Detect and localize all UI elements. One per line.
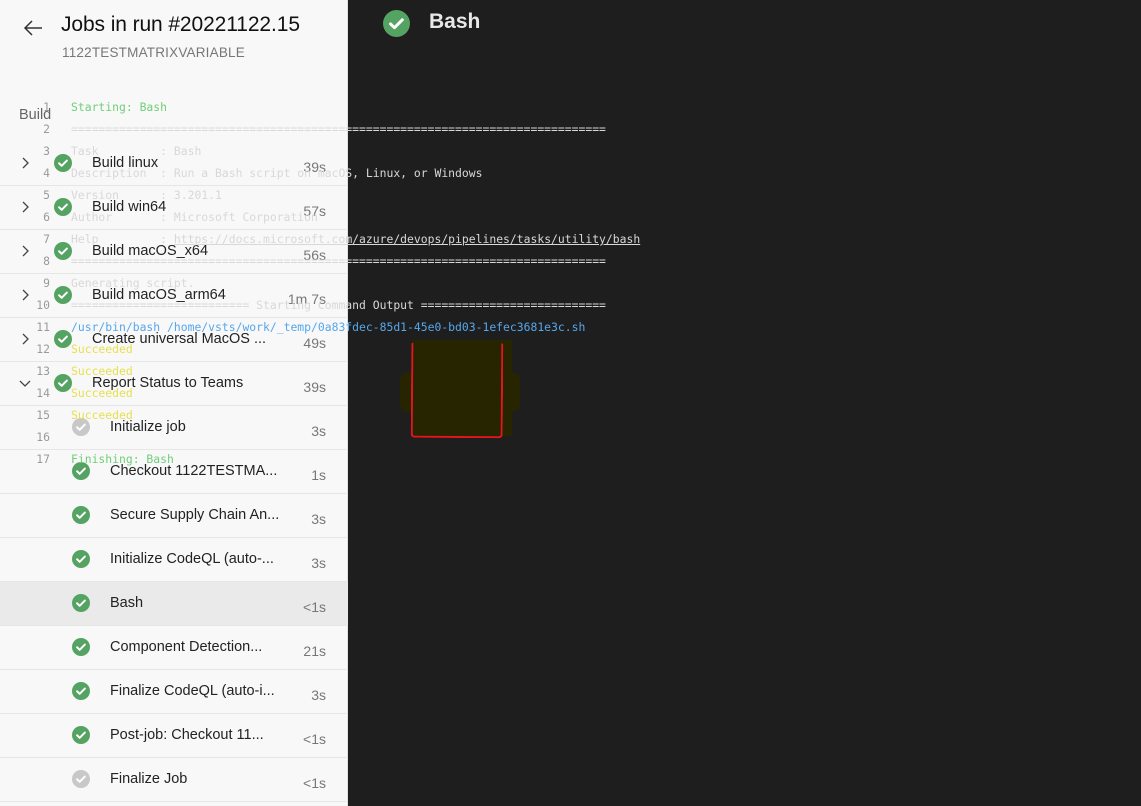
log-line: 9 Generating script. [30, 272, 194, 294]
step-row[interactable]: Secure Supply Chain An... 3s [0, 494, 348, 538]
log-line: 13 Succeeded [30, 360, 132, 382]
step-row[interactable]: Finalize Job <1s [0, 758, 348, 802]
step-row[interactable]: Bash <1s [0, 582, 348, 626]
job-label: Secure Supply Chain An... [110, 507, 280, 523]
log-output: 1 Starting: Bash 2 ========================… [30, 96, 640, 470]
log-text: Generating script. [71, 276, 195, 290]
log-text: Task : Bash [71, 144, 202, 158]
log-text: Succeeded [71, 408, 133, 422]
line-number: 7 [43, 232, 50, 246]
log-line: 8 =======================================… [30, 250, 606, 272]
job-duration: 3s [311, 423, 326, 439]
step-row[interactable]: Finalize CodeQL (auto-i... 3s [0, 670, 348, 714]
job-label: Finalize Job [110, 771, 188, 787]
log-line: 1 Starting: Bash [30, 96, 167, 118]
success-check-icon [72, 594, 90, 612]
red-annotation-box [410, 342, 504, 439]
log-text: ========================== Starting Comm… [71, 298, 606, 312]
line-number: 9 [43, 276, 50, 290]
log-line: 12 Succeeded [30, 338, 132, 360]
job-label: Component Detection... [110, 639, 263, 655]
line-number: 12 [36, 342, 50, 356]
log-text: Author : Microsoft Corporation [71, 210, 318, 224]
step-row[interactable]: Component Detection... 21s [0, 626, 348, 670]
log-line: 11/usr/bin/bash /home/vsts/work/_temp/0a… [30, 316, 585, 338]
success-check-icon [72, 550, 90, 568]
line-number: 10 [36, 298, 50, 312]
log-text: Finishing: Bash [71, 452, 174, 466]
pipeline-name: 1122TESTMATRIXVARIABLE [62, 45, 245, 60]
line-number: 1 [43, 100, 50, 114]
line-number: 13 [36, 364, 50, 378]
success-check-icon [54, 154, 72, 172]
line-number: 6 [43, 210, 50, 224]
log-line: 10 ========================== Starting Co… [30, 294, 606, 316]
line-number: 5 [43, 188, 50, 202]
log-text: ========================================… [71, 122, 606, 136]
line-number: 3 [43, 144, 50, 158]
success-check-icon [54, 198, 72, 216]
job-duration: <1s [303, 599, 326, 615]
job-duration: 3s [311, 555, 326, 571]
job-label: Bash [110, 595, 144, 611]
job-duration: <1s [303, 775, 326, 791]
log-text: Succeeded [71, 386, 133, 400]
log-text: /usr/bin/bash /home/vsts/work/_temp/0a83… [71, 320, 586, 334]
job-duration: 1s [311, 467, 326, 483]
job-duration: 21s [303, 643, 326, 659]
job-duration: 39s [303, 379, 326, 395]
step-row[interactable]: Checkout 1122TESTMA... 1s [0, 450, 348, 494]
log-line: 5 Version : 3.201.1 [30, 184, 222, 206]
job-duration: 3s [311, 687, 326, 703]
log-line: 6 Author : Microsoft Corporation [30, 206, 318, 228]
job-duration: 3s [311, 511, 326, 527]
page-title: Jobs in run #20221122.15 [61, 13, 300, 36]
success-check-icon [54, 374, 72, 392]
log-text: Succeeded [71, 364, 133, 378]
success-check-icon [54, 330, 72, 348]
line-number: 11 [36, 320, 50, 334]
job-label: Post-job: Checkout 11... [110, 727, 264, 743]
success-check-icon [72, 506, 90, 524]
skipped-check-icon [72, 770, 90, 788]
step-title: Bash [429, 10, 481, 33]
line-number: 8 [43, 254, 50, 268]
step-row[interactable]: Post-job: Checkout 11... <1s [0, 714, 348, 758]
job-row[interactable]: Report Status to Teams 39s [0, 362, 348, 406]
log-line: 3 Task : Bash [30, 140, 201, 162]
success-check-icon [54, 286, 72, 304]
log-line: 16 [30, 426, 50, 448]
log-line: 15 Succeeded [30, 404, 132, 426]
log-text: ========================================… [71, 254, 606, 268]
success-check-icon [72, 682, 90, 700]
line-number: 15 [36, 408, 50, 422]
line-number: 14 [36, 386, 50, 400]
step-row[interactable]: Initialize job 3s [0, 406, 348, 450]
line-number: 4 [43, 166, 50, 180]
success-check-icon [72, 638, 90, 656]
success-check-icon [54, 242, 72, 260]
log-line: 7 Help : https://docs.microsoft.com/azure… [30, 228, 640, 250]
log-line: 17 Finishing: Bash [30, 448, 174, 470]
line-number: 16 [36, 430, 50, 444]
log-text: Description : Run a Bash script on macOS… [71, 166, 483, 180]
step-row[interactable]: Initialize CodeQL (auto-... 3s [0, 538, 348, 582]
log-line: 2 =======================================… [30, 118, 606, 140]
success-check-icon [72, 726, 90, 744]
line-number: 2 [43, 122, 50, 136]
success-check-icon [383, 10, 410, 37]
job-duration: <1s [303, 731, 326, 747]
log-text: Help : https://docs.microsoft.com/azure/… [71, 232, 641, 246]
job-label: Finalize CodeQL (auto-i... [110, 683, 275, 699]
log-text: Succeeded [71, 342, 133, 356]
log-line: 4 Description : Run a Bash script on macO… [30, 162, 482, 184]
log-line: 14 Succeeded [30, 382, 132, 404]
help-link[interactable]: https://docs.microsoft.com/azure/devops/… [174, 232, 640, 246]
job-label: Initialize CodeQL (auto-... [110, 551, 274, 567]
sidebar-header: Jobs in run #20221122.15 1122TESTMATRIXV… [0, 0, 348, 70]
log-text: Version : 3.201.1 [71, 188, 222, 202]
line-number: 17 [36, 452, 50, 466]
arrow-left-icon[interactable] [22, 16, 46, 40]
log-text: Starting: Bash [71, 100, 168, 114]
